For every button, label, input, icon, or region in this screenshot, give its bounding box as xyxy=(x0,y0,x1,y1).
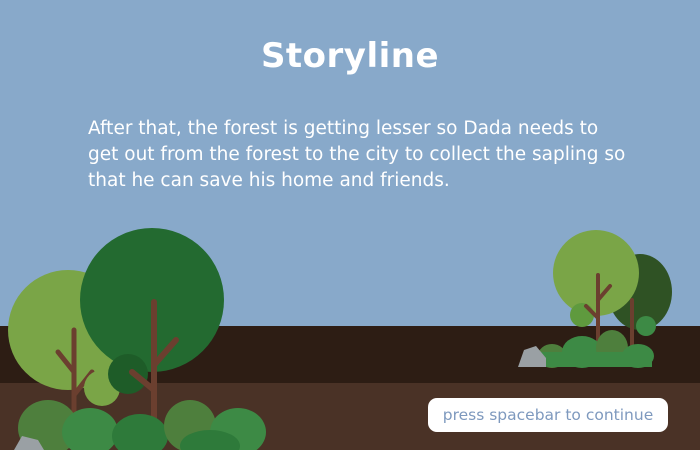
continue-button[interactable]: press spacebar to continue xyxy=(428,398,668,432)
page-title: Storyline xyxy=(260,36,440,76)
story-text: After that, the forest is getting lesser… xyxy=(88,118,626,191)
bushes-left xyxy=(14,400,266,450)
tree-right-light xyxy=(553,230,639,354)
storyline-screen: Storyline After that, the forest is gett… xyxy=(0,0,700,450)
